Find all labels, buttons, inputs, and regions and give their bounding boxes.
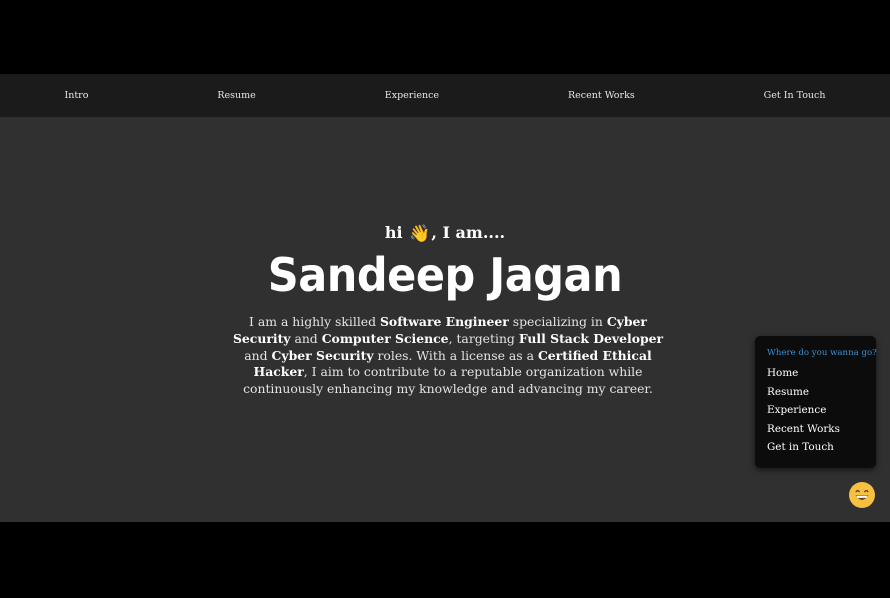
hero-greeting: hi 👋, I am.... xyxy=(0,223,890,244)
nav-link-resume[interactable]: Resume xyxy=(211,86,261,105)
bio-highlight: Computer Science xyxy=(321,330,449,346)
quick-nav-popup: Where do you wanna go? Home Resume Exper… xyxy=(755,336,877,468)
quick-nav-recent-works[interactable]: Recent Works xyxy=(767,420,840,439)
bio-text: , targeting xyxy=(448,330,519,346)
nav-link-get-in-touch[interactable]: Get In Touch xyxy=(758,86,832,105)
chat-toggle-button[interactable] xyxy=(849,482,875,508)
quick-nav-title: Where do you wanna go? xyxy=(767,348,877,358)
bio-text: and xyxy=(244,347,272,363)
quick-nav-list: Home Resume Experience Recent Works Get … xyxy=(767,364,840,457)
bio-text: I am a highly skilled xyxy=(249,314,380,329)
bio-highlight: Cyber Security xyxy=(271,347,374,363)
nav-link-recent-works[interactable]: Recent Works xyxy=(562,86,641,105)
bio-text: , I aim to contribute to a reputable org… xyxy=(243,364,653,397)
waving-hand-icon: 👋 xyxy=(409,224,431,244)
nav-link-intro[interactable]: Intro xyxy=(58,86,94,105)
bio-highlight: Software Engineer xyxy=(379,314,509,329)
bio-text: and xyxy=(290,330,322,346)
screen: Intro Resume Experience Recent Works Get… xyxy=(0,0,890,598)
letterbox-bottom xyxy=(0,522,890,598)
greeting-i-am: , I am.... xyxy=(431,223,506,242)
quick-nav-home[interactable]: Home xyxy=(767,364,840,383)
nav-link-experience[interactable]: Experience xyxy=(379,86,445,105)
quick-nav-get-in-touch[interactable]: Get in Touch xyxy=(767,438,840,457)
quick-nav-resume[interactable]: Resume xyxy=(767,383,840,402)
top-navbar: Intro Resume Experience Recent Works Get… xyxy=(0,74,890,117)
hero-name: Sandeep Jagan xyxy=(267,249,623,303)
letterbox-top xyxy=(0,0,890,74)
hero-bio: I am a highly skilled Software Engineer … xyxy=(230,314,666,398)
greeting-hi: hi xyxy=(384,223,403,242)
grinning-face-icon xyxy=(849,482,875,508)
bio-text: specializing in xyxy=(508,314,607,329)
bio-highlight: Full Stack Developer xyxy=(518,330,664,346)
quick-nav-experience[interactable]: Experience xyxy=(767,401,840,420)
bio-text: roles. With a license as a xyxy=(373,347,538,363)
